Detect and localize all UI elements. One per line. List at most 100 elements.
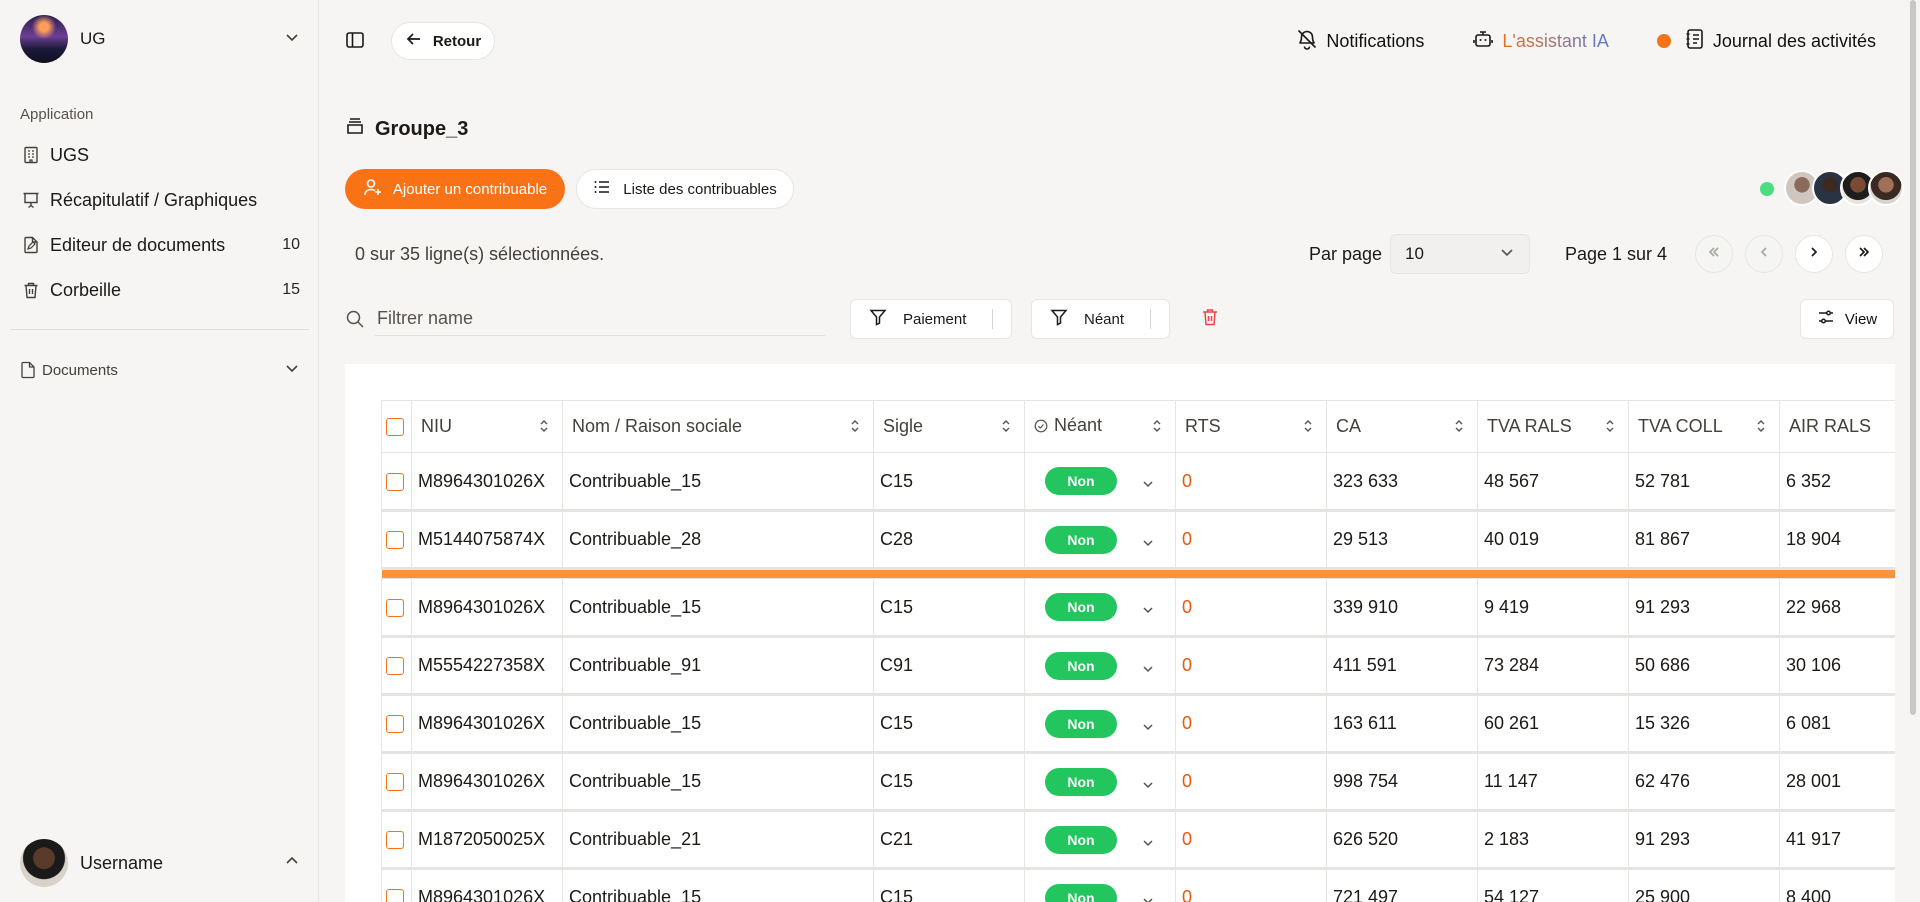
cell-air-rals: 22 968 xyxy=(1779,578,1895,638)
cell-neant[interactable]: Non xyxy=(1024,578,1176,638)
panel-left-icon xyxy=(345,30,365,55)
sidebar-toggle-button[interactable] xyxy=(343,30,367,54)
delete-selected-button[interactable] xyxy=(1198,307,1222,331)
table-row[interactable]: M5554227358X Contribuable_91 C91 Non 0 411 59… xyxy=(381,636,1895,696)
sidebar-item-editeur[interactable]: Editeur de documents 10 xyxy=(20,229,300,261)
table-row[interactable]: M8964301026X Contribuable_15 C15 Non 0 998 75… xyxy=(381,752,1895,812)
last-page-button[interactable] xyxy=(1845,235,1883,273)
cell-air-rals: 41 917 xyxy=(1779,810,1895,870)
cell-rts: 0 xyxy=(1175,636,1327,696)
rts-value: 0 xyxy=(1182,596,1193,617)
sliders-icon xyxy=(1817,308,1835,330)
sidebar-item-recap[interactable]: Récapitulatif / Graphiques xyxy=(20,184,300,216)
sidebar-item-ugs[interactable]: UGS xyxy=(20,139,300,171)
column-header-ca[interactable]: CA xyxy=(1326,400,1478,453)
cell-tva-rals: 9 419 xyxy=(1477,578,1629,638)
add-contribuable-button[interactable]: Ajouter un contribuable xyxy=(345,169,565,209)
row-checkbox[interactable] xyxy=(386,531,404,550)
cell-neant[interactable]: Non xyxy=(1024,868,1176,902)
cell-neant[interactable]: Non xyxy=(1024,636,1176,696)
row-select-cell xyxy=(381,452,412,512)
column-label: AIR RALS xyxy=(1789,416,1872,436)
cell-tva-coll: 91 293 xyxy=(1628,810,1780,870)
table-scroll-area[interactable]: NIU Nom / Raison sociale Sigle Néant RTS… xyxy=(381,400,1895,902)
drop-indicator-bar xyxy=(381,568,1895,579)
chevron-down-icon xyxy=(1141,892,1155,902)
column-label: Néant xyxy=(1054,415,1103,435)
back-button[interactable]: Retour xyxy=(391,22,495,60)
cell-tva-coll: 81 867 xyxy=(1628,510,1780,570)
paiement-label: Paiement xyxy=(903,310,967,328)
first-page-button[interactable] xyxy=(1695,235,1733,273)
next-page-button[interactable] xyxy=(1795,235,1833,273)
column-header-nom[interactable]: Nom / Raison sociale xyxy=(562,400,874,453)
cell-tva-coll: 50 686 xyxy=(1628,636,1780,696)
table-row[interactable]: M1872050025X Contribuable_21 C21 Non 0 626 52… xyxy=(381,810,1895,870)
row-checkbox[interactable] xyxy=(386,889,404,902)
sort-icon xyxy=(1151,418,1163,439)
cell-ca: 163 611 xyxy=(1326,694,1478,754)
prev-page-button[interactable] xyxy=(1745,235,1783,273)
org-switcher[interactable]: UG xyxy=(20,14,300,64)
table-row[interactable]: M8964301026X Contribuable_15 C15 Non 0 323 63… xyxy=(381,452,1895,512)
row-checkbox[interactable] xyxy=(386,773,404,792)
journal-button[interactable]: Journal des activités xyxy=(1656,28,1876,55)
cell-tva-rals: 2 183 xyxy=(1477,810,1629,870)
chevron-down-icon xyxy=(1141,475,1155,496)
row-checkbox[interactable] xyxy=(386,657,404,676)
table-row[interactable]: M8964301026X Contribuable_15 C15 Non 0 339 91… xyxy=(381,578,1895,638)
chevron-down-icon xyxy=(1141,718,1155,739)
table-row[interactable]: M5144075874X Contribuable_28 C28 Non 0 29 513… xyxy=(381,510,1895,570)
cell-neant[interactable]: Non xyxy=(1024,510,1176,570)
status-badge: Non xyxy=(1045,709,1117,738)
page-info: Page 1 sur 4 xyxy=(1565,244,1668,264)
username: Username xyxy=(80,852,164,873)
org-avatar xyxy=(20,15,68,63)
column-header-tva-coll[interactable]: TVA COLL xyxy=(1628,400,1780,453)
sidebar-item-corbeille[interactable]: Corbeille 15 xyxy=(20,274,300,306)
cell-neant[interactable]: Non xyxy=(1024,452,1176,512)
notifications-button[interactable]: Notifications xyxy=(1296,28,1424,55)
sidebar-section-label: Application xyxy=(20,106,94,123)
column-label: CA xyxy=(1336,416,1362,436)
status-badge: Non xyxy=(1045,883,1117,902)
view-options-button[interactable]: View xyxy=(1800,299,1894,339)
row-select-cell xyxy=(381,636,412,696)
table-row[interactable]: M8964301026X Contribuable_15 C15 Non 0 721 49… xyxy=(381,868,1895,902)
column-header-tva-rals[interactable]: TVA RALS xyxy=(1477,400,1629,453)
cell-ca: 29 513 xyxy=(1326,510,1478,570)
sidebar-documents-toggle[interactable]: Documents xyxy=(20,358,300,382)
cell-neant[interactable]: Non xyxy=(1024,694,1176,754)
search-input[interactable] xyxy=(375,302,825,336)
per-page-value: 10 xyxy=(1405,244,1424,263)
column-header-air-rals[interactable]: AIR RALS xyxy=(1779,400,1895,453)
row-checkbox[interactable] xyxy=(386,715,404,734)
collaborators-avatars[interactable] xyxy=(1784,170,1904,206)
user-menu[interactable]: Username xyxy=(20,838,300,888)
list-contribuables-button[interactable]: Liste des contribuables xyxy=(576,169,794,209)
row-checkbox[interactable] xyxy=(386,472,404,491)
cell-neant[interactable]: Non xyxy=(1024,752,1176,812)
cell-neant[interactable]: Non xyxy=(1024,810,1176,870)
column-header-niu[interactable]: NIU xyxy=(411,400,563,453)
selection-count: 0 sur 35 ligne(s) sélectionnées. xyxy=(355,244,605,264)
column-header-rts[interactable]: RTS xyxy=(1175,400,1327,453)
per-page-select[interactable]: 10 xyxy=(1390,234,1530,274)
cell-sigle: C28 xyxy=(873,510,1025,570)
assistant-ia-button[interactable]: L'assistant IA xyxy=(1472,28,1609,55)
neant-filter-button[interactable]: Néant xyxy=(1031,299,1171,339)
circle-check-icon xyxy=(1034,417,1048,438)
row-checkbox[interactable] xyxy=(386,598,404,617)
trash-icon xyxy=(20,279,42,301)
cell-sigle: C15 xyxy=(873,694,1025,754)
column-header-neant[interactable]: Néant xyxy=(1024,400,1176,453)
select-all-checkbox[interactable] xyxy=(386,418,404,437)
row-checkbox[interactable] xyxy=(386,831,404,850)
paiement-filter-button[interactable]: Paiement xyxy=(850,299,1013,339)
file-edit-icon xyxy=(20,234,42,256)
column-header-sigle[interactable]: Sigle xyxy=(873,400,1025,453)
page-scrollbar[interactable] xyxy=(1910,0,1916,715)
table-row[interactable]: M8964301026X Contribuable_15 C15 Non 0 163 61… xyxy=(381,694,1895,754)
cell-niu: M8964301026X xyxy=(411,694,563,754)
list-label: Liste des contribuables xyxy=(623,180,777,198)
